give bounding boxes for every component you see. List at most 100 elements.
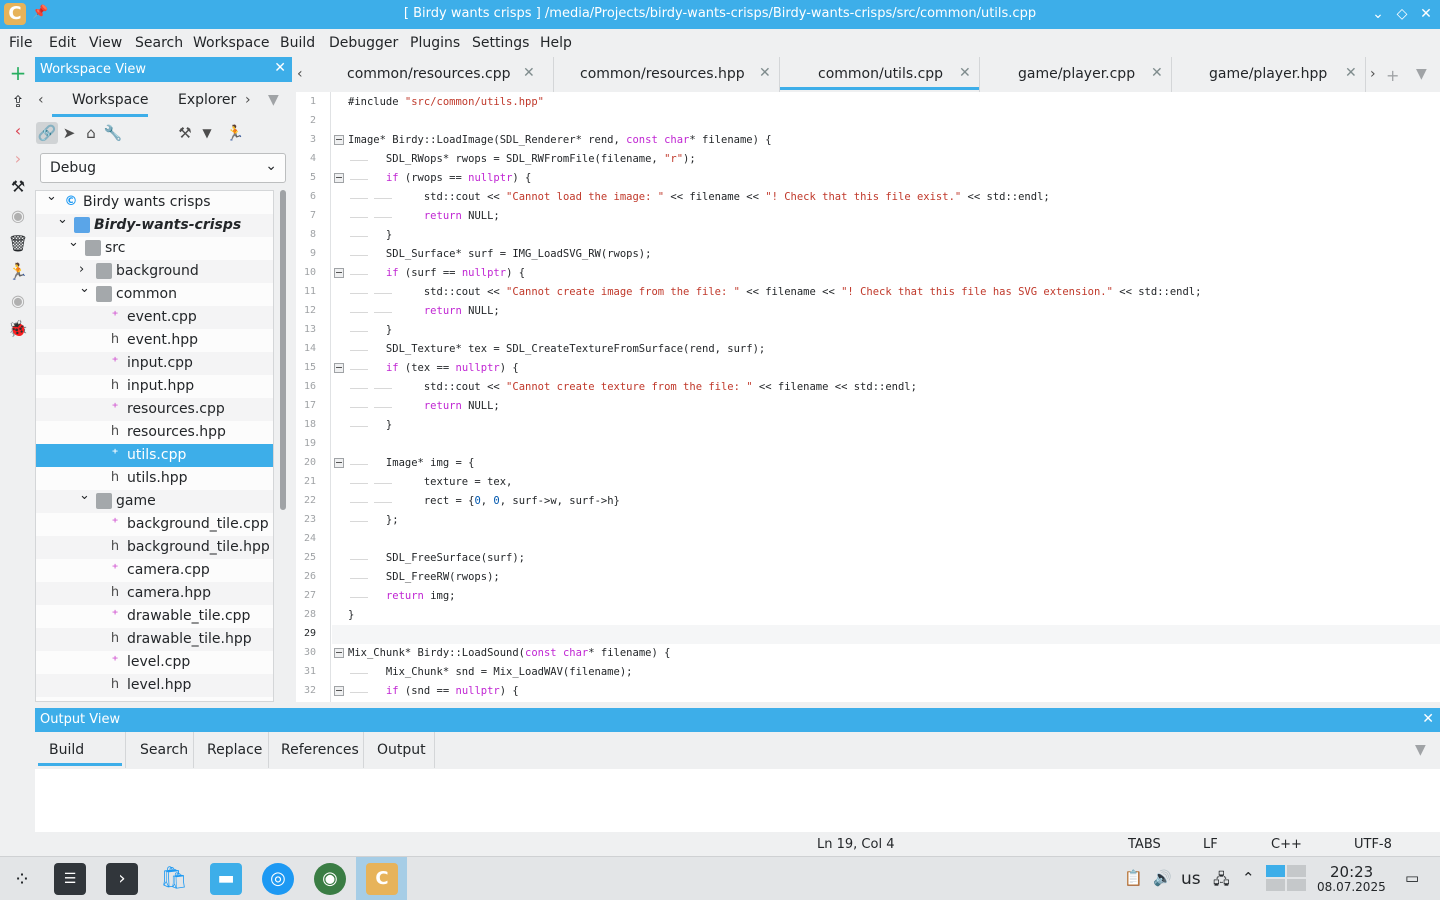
close-tab-icon[interactable]: ✕ (959, 65, 971, 81)
code-line[interactable]: } (348, 609, 354, 621)
stop-icon[interactable]: ◉ (7, 205, 29, 227)
file-manager-icon[interactable]: ▬ (210, 863, 242, 895)
code-line[interactable]: Mix_Chunk* Birdy::LoadSound(const char* … (348, 647, 670, 659)
menu-build[interactable]: Build (280, 35, 315, 51)
back-icon[interactable]: ‹ (7, 120, 29, 142)
system-settings-icon[interactable]: ☰ (54, 863, 86, 895)
code-line[interactable]: rect = {0, 0, surf->w, surf->h} (348, 495, 620, 507)
link-editor-icon[interactable]: 🔗 (36, 122, 58, 144)
browser-icon[interactable]: ◎ (262, 863, 294, 895)
tab-explorer[interactable]: Explorer (178, 92, 236, 108)
code-line[interactable]: Image* Birdy::LoadImage(SDL_Renderer* re… (348, 134, 772, 146)
code-line[interactable]: Image* img = { (348, 457, 475, 469)
tree-item[interactable]: ⁺ level.cpp (36, 651, 273, 674)
code-line[interactable]: return NULL; (348, 305, 500, 317)
tree-item[interactable]: h background_tile.hpp (36, 536, 273, 559)
code-line[interactable]: } (348, 229, 392, 241)
terminal-icon[interactable]: › (106, 863, 138, 895)
code-line[interactable]: } (348, 324, 392, 336)
fold-toggle-icon[interactable] (334, 173, 344, 183)
expand-arrow-icon[interactable]: ⌄ (79, 488, 90, 503)
clipboard-icon[interactable]: 📋 (1124, 869, 1143, 887)
run-icon[interactable]: 🏃 (224, 122, 246, 144)
expand-arrow-icon[interactable]: ⌄ (46, 191, 57, 204)
menu-search[interactable]: Search (135, 35, 183, 51)
code-line[interactable]: std::cout << "Cannot create texture from… (348, 381, 917, 393)
close-tab-icon[interactable]: ✕ (759, 65, 771, 81)
expand-arrow-icon[interactable]: ⌄ (57, 212, 68, 227)
tabs-menu-icon[interactable]: ▼ (1416, 66, 1427, 82)
volume-icon[interactable]: 🔊 (1153, 869, 1172, 887)
menu-file[interactable]: File (9, 35, 32, 51)
expand-arrow-icon[interactable]: ⌄ (68, 235, 79, 250)
tab-build[interactable]: Build (35, 732, 126, 768)
menu-plugins[interactable]: Plugins (410, 35, 460, 51)
tree-item[interactable]: ⁺ event.cpp (36, 306, 273, 329)
tab-references[interactable]: References (269, 732, 364, 768)
tree-item[interactable]: ⁺ utils.cpp (36, 444, 273, 467)
close-tab-icon[interactable]: ✕ (523, 65, 535, 81)
indent-mode[interactable]: TABS (1128, 837, 1161, 852)
code-line[interactable]: SDL_FreeSurface(surf); (348, 552, 525, 564)
code-line[interactable]: if (surf == nullptr) { (348, 267, 525, 279)
code-line[interactable]: std::cout << "Cannot create image from t… (348, 286, 1202, 298)
close-tab-icon[interactable]: ✕ (1345, 65, 1357, 81)
tree-item[interactable]: ⌄ game (36, 488, 273, 513)
fold-toggle-icon[interactable] (334, 686, 344, 696)
tree-item[interactable]: h drawable_tile.hpp (36, 628, 273, 651)
close-panel-icon[interactable]: ✕ (1422, 711, 1434, 727)
cursor-position[interactable]: Ln 19, Col 4 (817, 837, 894, 852)
tree-item[interactable]: h resources.hpp (36, 421, 273, 444)
build-hammer-icon[interactable]: ⚒ (174, 122, 196, 144)
tab-search[interactable]: Search (126, 732, 194, 768)
code-line[interactable]: } (348, 419, 392, 431)
code-line[interactable]: texture = tex, (348, 476, 513, 488)
code-editor[interactable]: 1 2 3 4 5 6 7 8 9 10 11 12 13 14 15 16 17 18 19 20 21 22 23 24 2… (296, 92, 1440, 702)
tree-item[interactable]: h camera.hpp (36, 582, 273, 605)
tree-item[interactable]: ⁺ camera.cpp (36, 559, 273, 582)
keyboard-layout[interactable]: us (1181, 869, 1201, 889)
new-icon[interactable]: + (7, 62, 29, 84)
tree-item[interactable]: h input.hpp (36, 375, 273, 398)
clock-date[interactable]: 08.07.2025 (1317, 880, 1386, 894)
code-line[interactable]: if (tex == nullptr) { (348, 362, 519, 374)
menu-workspace[interactable]: Workspace (193, 35, 270, 51)
fold-toggle-icon[interactable] (334, 648, 344, 658)
code-line[interactable]: SDL_RWops* rwops = SDL_RWFromFile(filena… (348, 153, 696, 165)
upload-icon[interactable]: ⇪ (7, 91, 29, 113)
line-ending[interactable]: LF (1203, 837, 1218, 852)
tabs-menu-icon[interactable]: ▼ (268, 92, 279, 108)
tray-expand-icon[interactable]: ⌃ (1242, 869, 1255, 887)
close-panel-icon[interactable]: ✕ (274, 60, 286, 76)
code-line[interactable]: return img; (348, 590, 456, 602)
tree-scrollbar[interactable] (280, 190, 286, 702)
menu-debugger[interactable]: Debugger (329, 35, 398, 51)
app-launcher-icon[interactable]: ⁘ (6, 863, 38, 895)
code-line[interactable]: if (snd == nullptr) { (348, 685, 519, 697)
editor-tab[interactable]: game/player.cpp ✕ (980, 57, 1172, 92)
code-line[interactable]: if (rwops == nullptr) { (348, 172, 531, 184)
code-line[interactable]: std::cout << "Cannot load the image: " <… (348, 191, 1050, 203)
fold-toggle-icon[interactable] (334, 135, 344, 145)
code-line[interactable]: }; (348, 514, 399, 526)
tabs-scroll-right-icon[interactable]: › (1370, 66, 1376, 82)
inkscape-icon[interactable]: ◉ (314, 863, 346, 895)
tree-item[interactable]: h level.hpp (36, 674, 273, 697)
encoding[interactable]: UTF-8 (1354, 837, 1392, 852)
codelite-icon[interactable]: C (366, 863, 398, 895)
tree-item[interactable]: › background (36, 260, 273, 283)
menu-edit[interactable]: Edit (49, 35, 76, 51)
editor-tab[interactable]: common/resources.hpp ✕ (554, 57, 780, 92)
fold-toggle-icon[interactable] (334, 458, 344, 468)
code-line[interactable]: Mix_Chunk* snd = Mix_LoadWAV(filename); (348, 666, 633, 678)
tree-item[interactable]: h utils.hpp (36, 467, 273, 490)
tree-item[interactable]: ⁺ drawable_tile.cpp (36, 605, 273, 628)
new-tab-icon[interactable]: + (1386, 66, 1399, 85)
forward-icon[interactable]: › (7, 148, 29, 170)
tab-workspace[interactable]: Workspace (72, 92, 149, 108)
debug-bug-icon[interactable]: 🐞 (7, 318, 29, 340)
build-config-select[interactable]: Debug ⌄ (40, 153, 286, 183)
tree-item[interactable]: ⁺ background_tile.cpp (36, 513, 273, 536)
tree-item[interactable]: ⁺ input.cpp (36, 352, 273, 375)
wrench-icon[interactable]: 🔧 (102, 122, 124, 144)
